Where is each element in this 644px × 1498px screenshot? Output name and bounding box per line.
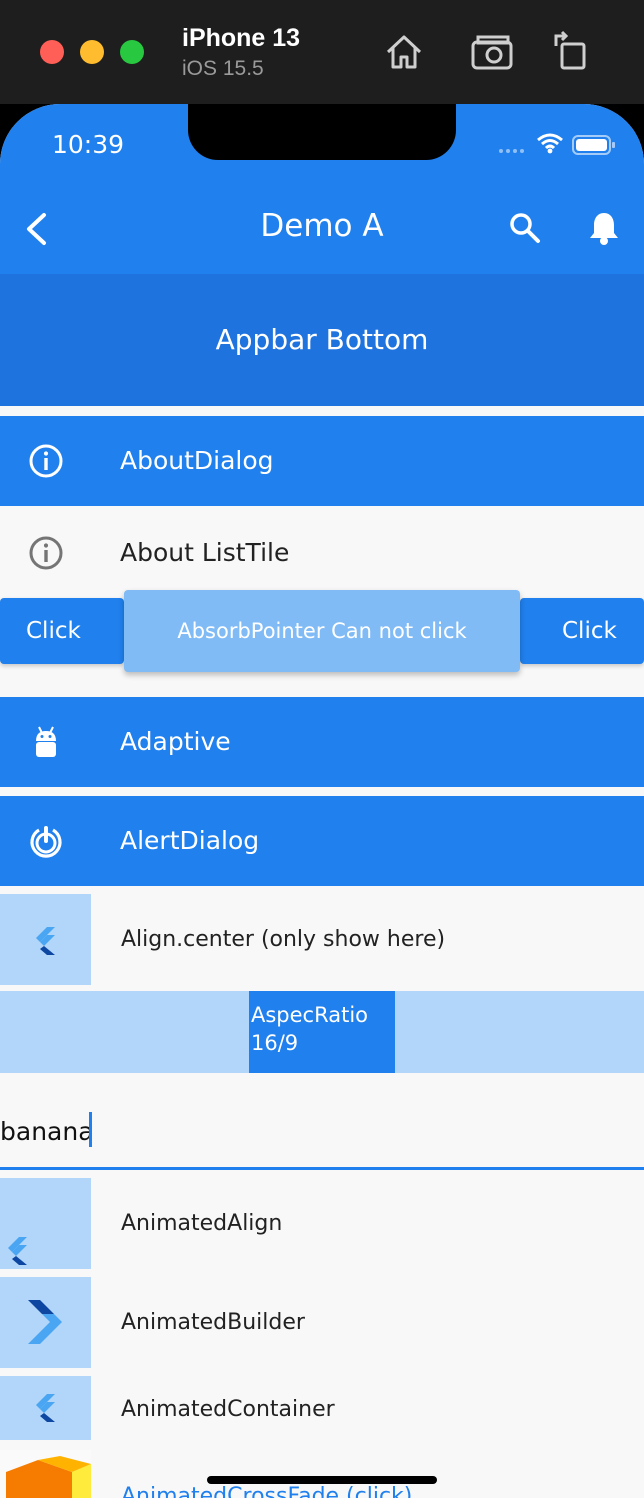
animated-crossfade-label[interactable]: AnimatedCrossFade (click): [121, 1484, 412, 1498]
close-window-button[interactable]: [40, 40, 64, 64]
info-icon: [29, 444, 63, 478]
flutter-logo-icon: [36, 1394, 55, 1422]
adaptive-tile[interactable]: Adaptive: [0, 697, 644, 787]
search-icon[interactable]: [508, 211, 542, 245]
animated-align-label: AnimatedAlign: [121, 1211, 283, 1236]
alert-dialog-label: AlertDialog: [120, 826, 260, 855]
flutter-logo-icon: [28, 1300, 62, 1344]
text-cursor: [89, 1112, 92, 1147]
signal-dots-icon: [499, 149, 524, 153]
about-dialog-label: AboutDialog: [120, 446, 274, 475]
device-name: iPhone 13: [182, 24, 301, 52]
device-notch: [188, 104, 456, 160]
simulator-toolbar: iPhone 13 iOS 15.5: [0, 0, 644, 104]
flutter-logo-icon: [8, 1237, 27, 1265]
bell-icon[interactable]: [588, 210, 620, 246]
app-screen: 10:39 Demo A Appbar Bottom AboutDialog A…: [0, 104, 644, 1498]
align-thumbnail: [0, 894, 91, 985]
flutter-logo-icon: [36, 927, 55, 955]
about-dialog-tile[interactable]: AboutDialog: [0, 416, 644, 506]
click-button-left[interactable]: Click: [0, 598, 124, 664]
home-indicator: [207, 1476, 437, 1484]
input-underline: [0, 1167, 644, 1170]
appbar-bottom: Appbar Bottom: [0, 274, 644, 406]
animated-container-thumbnail: [0, 1376, 91, 1440]
aspect-ratio-line1: AspecRatio: [251, 1003, 369, 1027]
align-center-label: Align.center (only show here): [121, 927, 446, 952]
page-title: Demo A: [260, 208, 384, 244]
info-outline-icon: [29, 536, 63, 570]
aspect-ratio-container: AspecRatio 16/9: [0, 991, 644, 1073]
app-bar: 10:39 Demo A: [0, 104, 644, 274]
click-button-right[interactable]: Click: [520, 598, 644, 664]
animated-builder-thumbnail: [0, 1277, 91, 1368]
banana-input[interactable]: banana: [0, 1117, 94, 1146]
adaptive-label: Adaptive: [120, 727, 231, 756]
absorb-pointer-button: AbsorbPointer Can not click: [124, 590, 520, 672]
animated-builder-label: AnimatedBuilder: [121, 1310, 305, 1335]
animated-container-label: AnimatedContainer: [121, 1397, 335, 1422]
crossfade-image: [0, 1450, 91, 1498]
alert-dialog-tile[interactable]: AlertDialog: [0, 796, 644, 886]
android-icon: [36, 726, 56, 757]
warning-circle-icon: [30, 826, 62, 858]
minimize-window-button[interactable]: [80, 40, 104, 64]
rotate-icon[interactable]: [548, 28, 596, 76]
about-listtile-tile[interactable]: About ListTile: [0, 508, 644, 598]
wifi-icon: [537, 133, 563, 154]
screenshot-icon[interactable]: [468, 28, 516, 76]
status-time: 10:39: [52, 130, 125, 159]
device-frame: 10:39 Demo A Appbar Bottom AboutDialog A…: [0, 104, 644, 1498]
about-listtile-label: About ListTile: [120, 538, 290, 567]
home-icon[interactable]: [380, 28, 428, 76]
aspect-ratio-box: AspecRatio 16/9: [249, 991, 395, 1073]
animated-crossfade-thumbnail: [0, 1450, 91, 1498]
aspect-ratio-line2: 16/9: [251, 1031, 299, 1055]
os-version: iOS 15.5: [182, 57, 264, 80]
animated-align-thumbnail: [0, 1178, 91, 1269]
battery-icon: [572, 135, 615, 155]
zoom-window-button[interactable]: [120, 40, 144, 64]
